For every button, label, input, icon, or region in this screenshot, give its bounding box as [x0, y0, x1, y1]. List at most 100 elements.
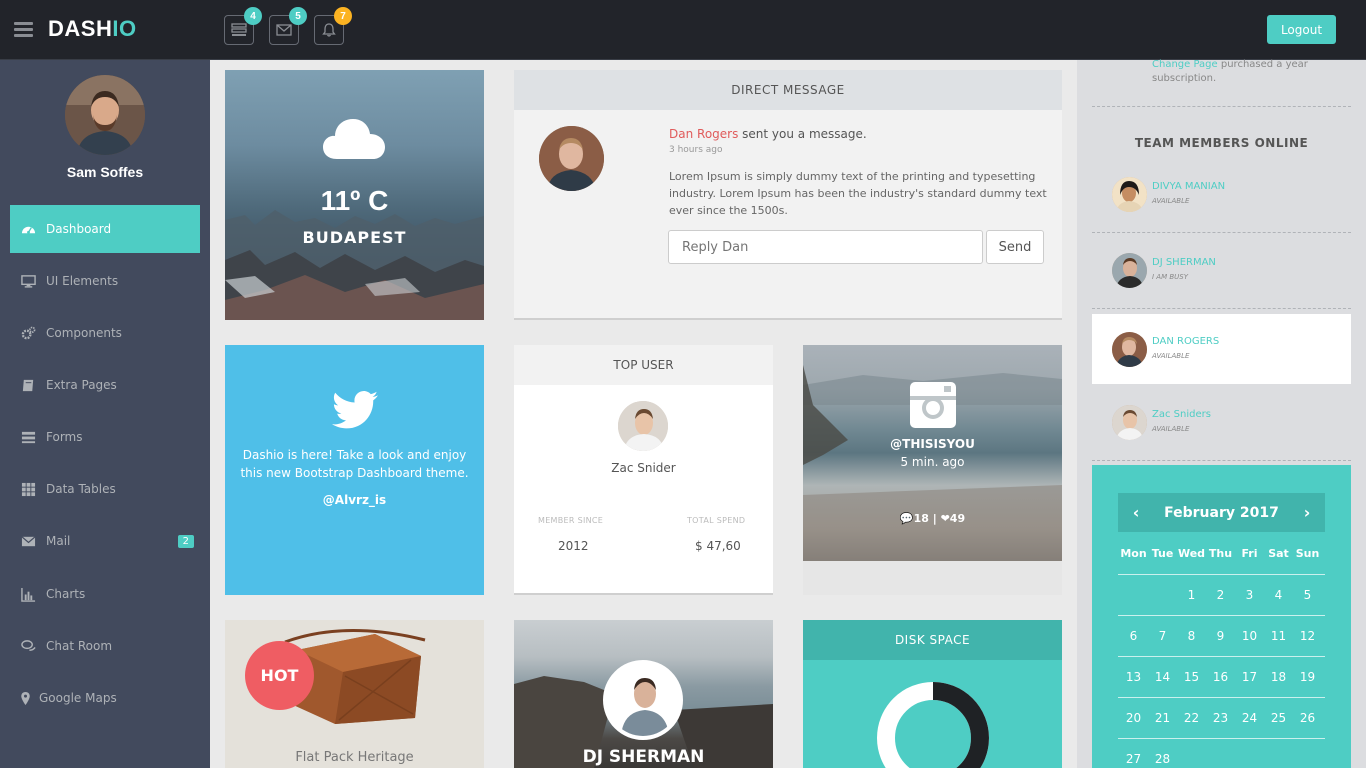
- calendar-day[interactable]: 24: [1235, 711, 1264, 725]
- messages-count-badge: 5: [289, 7, 307, 25]
- calendar-divider: [1118, 656, 1325, 657]
- member-avatar: [1112, 332, 1147, 367]
- bell-icon: [322, 23, 336, 37]
- total-spend-value: $ 47,60: [695, 539, 741, 553]
- alerts-notification-button[interactable]: 7: [314, 7, 352, 45]
- logout-button[interactable]: Logout: [1267, 15, 1336, 44]
- calendar-day[interactable]: 7: [1148, 629, 1177, 643]
- weather-panel: 11º C BUDAPEST: [225, 70, 484, 320]
- comment-icon: 💬: [899, 512, 914, 525]
- calendar-day[interactable]: 17: [1235, 670, 1264, 684]
- top-user-panel: TOP USER Zac Snider MEMBER SINCE 2012 TO…: [514, 345, 773, 595]
- instagram-photo[interactable]: [803, 345, 1062, 561]
- calendar-day[interactable]: 10: [1235, 629, 1264, 643]
- calendar-day[interactable]: 13: [1119, 670, 1148, 684]
- tasks-notification-button[interactable]: 4: [224, 7, 262, 45]
- member-avatar: [1112, 405, 1147, 440]
- calendar-day-of-week: Wed: [1177, 547, 1206, 560]
- calendar-day-of-week: Mon: [1120, 547, 1147, 560]
- instagram-panel: @THISISYOU 5 min. ago 💬18 | ❤49: [803, 345, 1062, 595]
- profile-avatar[interactable]: [65, 75, 145, 155]
- twitter-handle[interactable]: @Alvrz_is: [225, 493, 484, 507]
- sidebar-item-ui-elements[interactable]: UI Elements: [10, 257, 200, 305]
- sender-avatar[interactable]: [539, 126, 604, 191]
- desktop-icon: [20, 273, 36, 289]
- calendar-day[interactable]: 22: [1177, 711, 1206, 725]
- sidebar-item-forms[interactable]: Forms: [10, 413, 200, 461]
- divider: [1092, 308, 1351, 309]
- dj-avatar[interactable]: [603, 660, 683, 740]
- instagram-stats: 💬18 | ❤49: [899, 512, 966, 525]
- product-name[interactable]: Flat Pack Heritage: [225, 750, 484, 765]
- sidebar-item-label: Mail: [46, 534, 71, 548]
- calendar-day[interactable]: 23: [1206, 711, 1235, 725]
- calendar-day[interactable]: 9: [1206, 629, 1235, 643]
- calendar-day[interactable]: 12: [1293, 629, 1322, 643]
- calendar-day[interactable]: 15: [1177, 670, 1206, 684]
- calendar-day[interactable]: 11: [1264, 629, 1293, 643]
- sidebar-item-extra-pages[interactable]: Extra Pages: [10, 361, 200, 409]
- calendar-day[interactable]: 4: [1264, 588, 1293, 602]
- calendar-day[interactable]: 8: [1177, 629, 1206, 643]
- tasks-icon: [231, 23, 247, 36]
- profile-username[interactable]: Sam Soffes: [0, 164, 210, 180]
- team-member[interactable]: Zac Sniders AVAILABLE: [1092, 387, 1351, 457]
- sidebar-item-charts[interactable]: Charts: [10, 570, 200, 618]
- logo[interactable]: DASHIO: [48, 16, 137, 42]
- calendar-day[interactable]: 3: [1235, 588, 1264, 602]
- menu-toggle-icon[interactable]: [14, 22, 33, 38]
- messages-notification-button[interactable]: 5: [269, 7, 307, 45]
- chevron-left-icon[interactable]: ‹: [1126, 503, 1146, 522]
- member-name: DJ SHERMAN: [1152, 257, 1216, 268]
- calendar-day[interactable]: 16: [1206, 670, 1235, 684]
- calendar-day[interactable]: 27: [1119, 752, 1148, 766]
- calendar-day[interactable]: 28: [1148, 752, 1177, 766]
- sender-name[interactable]: Dan Rogers: [669, 127, 738, 141]
- calendar-day[interactable]: 5: [1293, 588, 1322, 602]
- sidebar-item-mail[interactable]: Mail 2: [10, 517, 200, 565]
- th-icon: [20, 481, 36, 497]
- message-time: 3 hours ago: [669, 145, 723, 155]
- calendar-day[interactable]: 1: [1177, 588, 1206, 602]
- top-user-avatar[interactable]: [618, 401, 668, 451]
- mail-count-badge: 2: [177, 534, 194, 548]
- team-member[interactable]: DJ SHERMAN I AM BUSY: [1092, 235, 1351, 305]
- calendar-day[interactable]: 18: [1264, 670, 1293, 684]
- calendar-day[interactable]: 14: [1148, 670, 1177, 684]
- member-status: AVAILABLE: [1152, 197, 1190, 205]
- tasks-count-badge: 4: [244, 7, 262, 25]
- calendar-day-of-week: Tue: [1151, 547, 1174, 560]
- calendar-day[interactable]: 19: [1293, 670, 1322, 684]
- divider: [1092, 232, 1351, 233]
- bar-chart-icon: [20, 586, 36, 602]
- team-member[interactable]: DIVYA MANIAN AVAILABLE: [1092, 159, 1351, 229]
- top-user-name: Zac Snider: [611, 461, 676, 475]
- sidebar-item-label: Forms: [46, 430, 83, 444]
- dashboard-icon: [20, 221, 36, 237]
- calendar-day[interactable]: 2: [1206, 588, 1235, 602]
- dj-name[interactable]: DJ SHERMAN: [514, 747, 773, 767]
- calendar-day[interactable]: 25: [1264, 711, 1293, 725]
- send-button[interactable]: Send: [986, 230, 1044, 264]
- calendar-day[interactable]: 6: [1119, 629, 1148, 643]
- twitter-icon: [332, 391, 378, 429]
- tasks-icon: [20, 429, 36, 445]
- member-since-label: MEMBER SINCE: [538, 516, 604, 525]
- calendar-day[interactable]: 26: [1293, 711, 1322, 725]
- comments-icon: [20, 638, 36, 654]
- calendar-day[interactable]: 21: [1148, 711, 1177, 725]
- sidebar-item-chat-room[interactable]: Chat Room: [10, 622, 200, 670]
- team-member[interactable]: DAN ROGERS AVAILABLE: [1092, 314, 1351, 384]
- sidebar-item-components[interactable]: Components: [10, 309, 200, 357]
- sidebar-item-data-tables[interactable]: Data Tables: [10, 465, 200, 513]
- sidebar-item-dashboard[interactable]: Dashboard: [10, 205, 200, 253]
- activity-link[interactable]: Change Page: [1152, 59, 1218, 70]
- calendar-day[interactable]: 20: [1119, 711, 1148, 725]
- calendar-widget: ‹ February 2017 › Mon Tue Wed Thu Fri Sat Sun 1…: [1092, 465, 1351, 768]
- instagram-handle[interactable]: @THISISYOU: [803, 437, 1062, 451]
- chevron-right-icon[interactable]: ›: [1297, 503, 1317, 522]
- sidebar-item-label: Extra Pages: [46, 378, 117, 392]
- reply-input[interactable]: [668, 230, 983, 264]
- instagram-icon: [910, 382, 956, 428]
- sidebar-item-google-maps[interactable]: Google Maps: [10, 674, 200, 722]
